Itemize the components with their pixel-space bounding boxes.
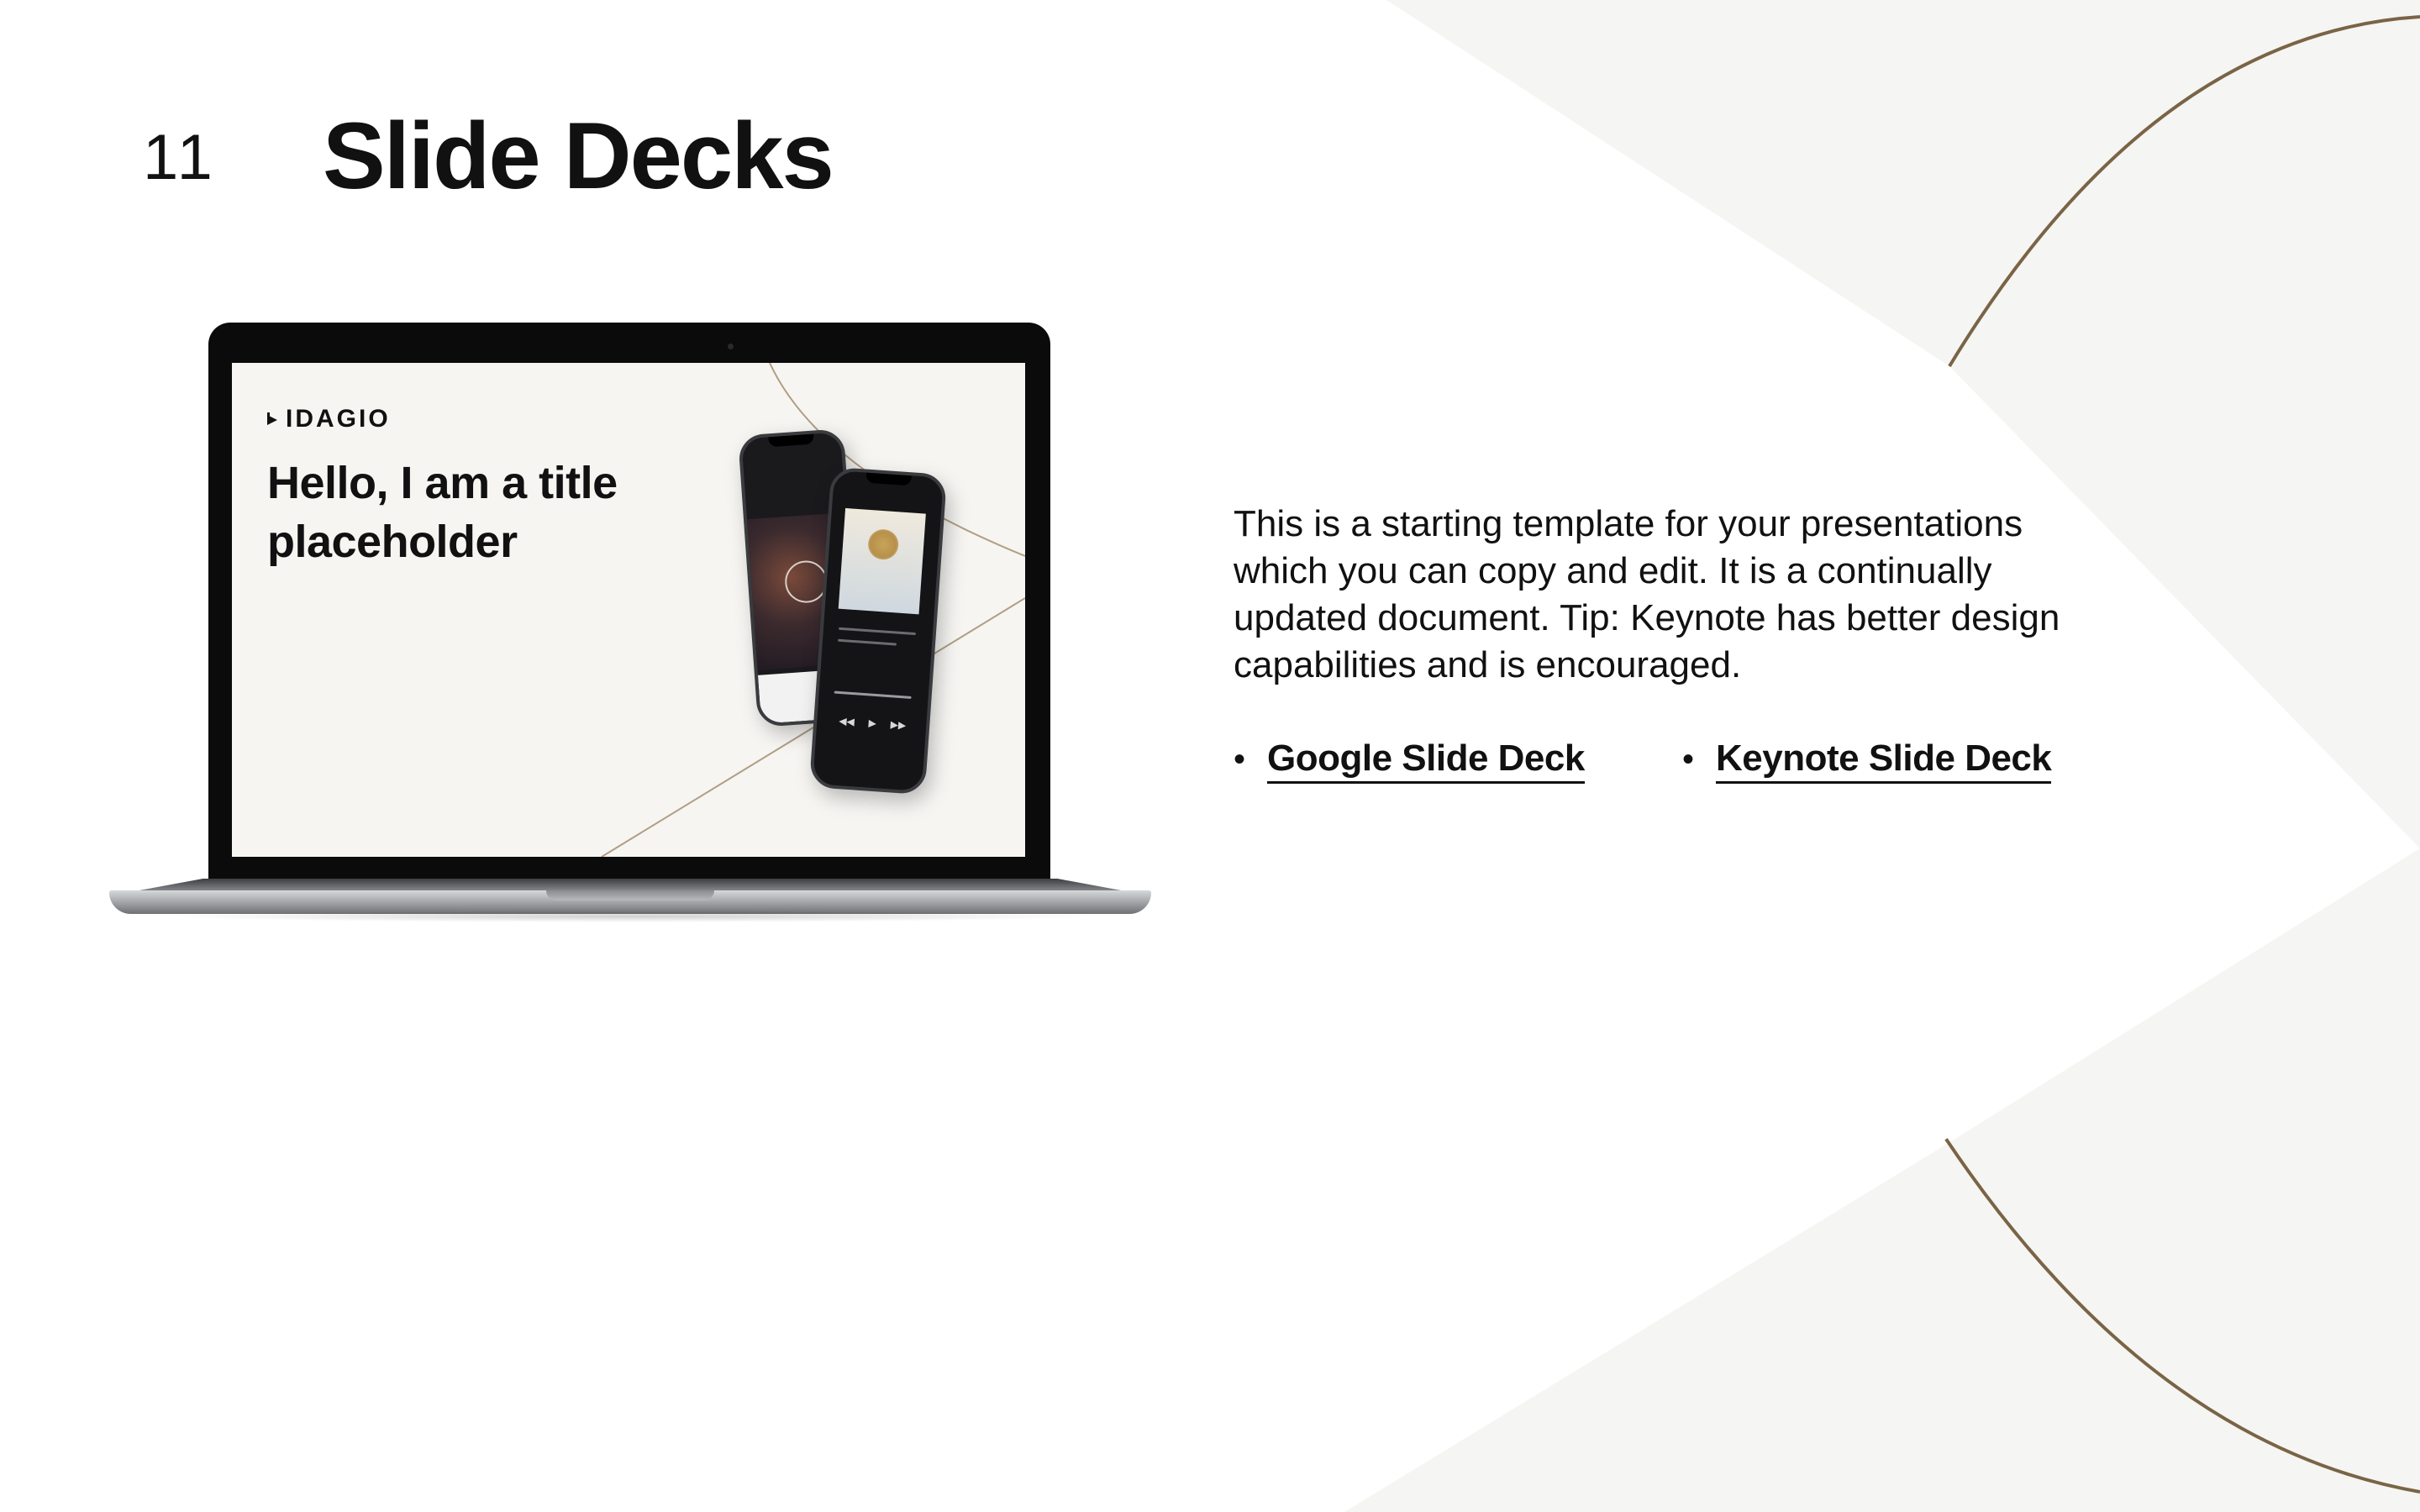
- screen-logo-text: IDAGIO: [286, 405, 391, 433]
- keynote-slide-deck-link[interactable]: Keynote Slide Deck: [1716, 738, 2052, 784]
- album-cover: [838, 507, 926, 615]
- screen-logo: IDAGIO: [267, 405, 391, 433]
- description-text: This is a starting template for your pre…: [1234, 503, 2060, 685]
- slide-page: 11 Slide Decks IDAGIO Hello, I am a titl…: [0, 0, 2420, 1512]
- background-shape-bottom-right: [1344, 848, 2420, 1512]
- link-item-keynote: • Keynote Slide Deck: [1682, 738, 2052, 784]
- bullet: •: [1682, 741, 1695, 778]
- laptop-mockup: IDAGIO Hello, I am a title placeholder ◀…: [109, 323, 1151, 927]
- link-item-google: • Google Slide Deck: [1234, 738, 1682, 784]
- screen-title: Hello, I am a title placeholder: [267, 458, 618, 567]
- laptop-screen: IDAGIO Hello, I am a title placeholder ◀…: [232, 363, 1025, 857]
- slide-deck-links: • Google Slide Deck • Keynote Slide Deck: [1234, 738, 2052, 784]
- background-shape-top-right: [1386, 0, 2420, 848]
- laptop-camera: [728, 344, 734, 349]
- laptop-notch: [546, 890, 714, 900]
- play-triangle-icon: [267, 412, 277, 425]
- phone-mockup-front: ◀◀ ▶ ▶▶: [808, 466, 948, 795]
- page-title: Slide Decks: [323, 103, 834, 208]
- page-number: 11: [143, 122, 216, 193]
- player-controls: ◀◀ ▶ ▶▶: [838, 715, 907, 732]
- bullet: •: [1234, 741, 1246, 778]
- google-slide-deck-link[interactable]: Google Slide Deck: [1267, 738, 1585, 784]
